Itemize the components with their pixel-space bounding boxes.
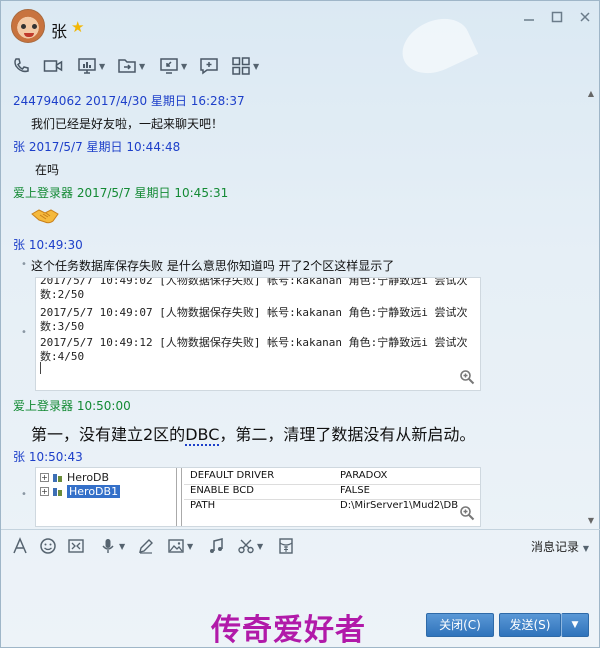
message-time: 10:50:43	[28, 450, 83, 464]
gif-icon[interactable]	[67, 536, 85, 556]
property-value: PARADOX	[340, 470, 388, 481]
phone-icon[interactable]	[11, 55, 31, 77]
message-header: 张 2017/5/7 星期日 10:44:48	[13, 138, 180, 155]
input-divider	[1, 529, 600, 530]
text-cursor	[40, 362, 41, 374]
image-icon[interactable]: ▼	[167, 536, 193, 556]
message-history-button[interactable]: 消息记录 ▼	[531, 538, 589, 555]
pen-icon[interactable]	[137, 536, 155, 556]
message-time: 10:50:00	[76, 399, 131, 413]
bullet-icon: •	[21, 259, 27, 270]
remote-assist-icon[interactable]: ▼	[159, 55, 187, 77]
bullet-icon: •	[21, 489, 27, 500]
message-header: 爱上登录器 2017/5/7 星期日 10:45:31	[13, 184, 228, 201]
maximize-icon[interactable]	[547, 11, 567, 27]
file-transfer-icon[interactable]: ▼	[117, 55, 145, 77]
scissors-icon[interactable]: ▼	[237, 536, 263, 556]
chevron-down-icon: ▼	[571, 620, 579, 630]
music-icon[interactable]	[207, 536, 225, 556]
chat-toolbar: ▼ ▼ ▼ ▼	[1, 51, 600, 81]
log-line: 2017/5/7 10:49:07 [人物数据保存失败] 帐号:kakanan …	[40, 306, 468, 319]
log-line: 2017/5/7 10:49:12 [人物数据保存失败] 帐号:kakanan …	[40, 336, 468, 349]
message-time: 2017/5/7 星期日 10:44:48	[28, 140, 181, 154]
message-header: 244794062 2017/4/30 星期日 16:28:37	[13, 92, 245, 109]
bullet-icon: •	[21, 327, 27, 338]
close-icon[interactable]	[575, 11, 595, 27]
new-chat-icon[interactable]	[199, 55, 219, 77]
database-icon	[53, 487, 62, 496]
log-line: 数:3/50	[40, 320, 85, 333]
sender-name[interactable]: 张	[13, 140, 25, 154]
message-header: 张 10:50:43	[13, 448, 83, 465]
pane-separator	[176, 468, 182, 526]
emoji-icon[interactable]	[39, 536, 57, 556]
tree-node: + HeroDB1	[40, 485, 121, 498]
message-text: 在吗	[35, 163, 60, 177]
chevron-down-icon: ▼	[582, 544, 589, 553]
message-header: 张 10:49:30	[13, 236, 83, 253]
log-line: 数:2/50	[40, 288, 85, 301]
sender-name[interactable]: 爱上登录器	[13, 399, 73, 413]
log-line: 2017/5/7 10:49:02 [人物数据保存失败] 帐号:kakanan …	[40, 277, 468, 287]
message-text-part: ，第二，清理了数据没有从新启动。	[219, 425, 476, 444]
send-options-dropdown[interactable]: ▼	[561, 613, 589, 637]
tree-label-selected: HeroDB1	[67, 485, 121, 498]
avatar[interactable]	[11, 9, 45, 43]
sender-name[interactable]: 张	[13, 450, 25, 464]
message-text: 我们已经是好友啦，一起来聊天吧！	[31, 117, 224, 131]
voice-icon[interactable]: ▼	[99, 536, 125, 556]
apps-icon[interactable]: ▼	[231, 55, 259, 77]
expand-icon: +	[40, 473, 49, 482]
message-text: 这个任务数据库保存失败 是什么意思你知道吗 开了2个区这样显示了	[31, 259, 395, 273]
message-time: 2017/5/7 星期日 10:45:31	[76, 186, 229, 200]
title-bar: 张 ★	[1, 1, 600, 84]
contact-name[interactable]: 张	[51, 18, 67, 42]
tree-label: HeroDB	[67, 471, 110, 484]
sender-name[interactable]: 张	[13, 238, 25, 252]
close-button[interactable]: 关闭(C)	[426, 613, 494, 637]
property-key: PATH	[190, 500, 216, 511]
property-value: FALSE	[340, 485, 370, 496]
red-packet-icon[interactable]	[277, 536, 295, 556]
star-icon: ★	[71, 18, 85, 36]
message-header: 爱上登录器 10:50:00	[13, 397, 131, 414]
property-key: ENABLE BCD	[190, 485, 254, 496]
scroll-up-icon[interactable]: ▲	[588, 89, 594, 98]
handshake-emoji-icon	[31, 209, 59, 224]
message-text: 第一，没有建立2区的DBC，第二，清理了数据没有从新启动。	[31, 421, 476, 446]
watermark-text: 传奇爱好者	[211, 613, 366, 648]
property-value: D:\MirServer1\Mud2\DB	[340, 500, 459, 511]
database-icon	[53, 473, 62, 482]
video-icon[interactable]	[43, 55, 63, 77]
zoom-icon[interactable]	[459, 505, 475, 521]
message-text-part: 第一，没有建立2区的	[31, 425, 186, 444]
screen-share-icon[interactable]: ▼	[77, 55, 105, 77]
property-key: DEFAULT DRIVER	[190, 470, 275, 481]
log-line: 数:4/50	[40, 350, 85, 363]
screenshot-image[interactable]: 2017/5/7 10:49:02 [人物数据保存失败] 帐号:kakanan …	[35, 277, 481, 391]
sender-name[interactable]: 爱上登录器	[13, 186, 73, 200]
input-toolbar: ▼ ▼ ▼	[1, 533, 600, 559]
font-icon[interactable]	[11, 536, 29, 556]
screenshot-image[interactable]: + HeroDB + HeroDB1 DEFAULT DRIVER PARADO…	[35, 467, 481, 527]
sender-name[interactable]: 244794062	[13, 94, 82, 108]
tree-node: + HeroDB	[40, 471, 109, 484]
message-time: 10:49:30	[28, 238, 83, 252]
expand-icon: +	[40, 487, 49, 496]
scroll-down-icon[interactable]: ▼	[588, 516, 594, 525]
send-button[interactable]: 发送(S)	[499, 613, 561, 637]
history-label: 消息记录	[531, 540, 580, 554]
dbc-link[interactable]: DBC	[185, 425, 220, 446]
chat-window: 张 ★ ▼ ▼ ▼ ▼ ▲ ▼ 244794062 2017/4/30 星期日 …	[0, 0, 600, 648]
minimize-icon[interactable]	[519, 11, 539, 27]
message-time: 2017/4/30 星期日 16:28:37	[85, 94, 245, 108]
zoom-icon[interactable]	[459, 369, 475, 385]
